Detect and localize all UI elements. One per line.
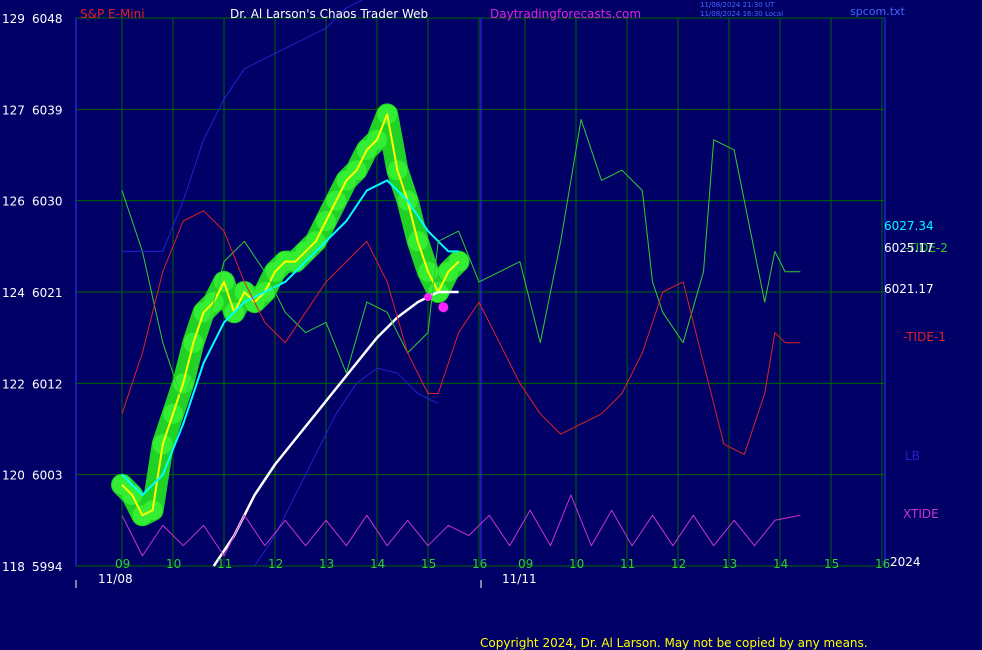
y-tick-label-left: 124	[2, 286, 25, 300]
file-name: spcom.txt	[850, 5, 906, 18]
copyright: Copyright 2024, Dr. Al Larson. May not b…	[480, 636, 868, 650]
y-tick-label-left: 127	[2, 103, 25, 117]
y-tick-label-right: 6030	[32, 195, 63, 209]
x-tick-label: 15	[421, 557, 436, 571]
y-tick-label-right: 6048	[32, 12, 63, 26]
legend-label: 6027.34	[884, 219, 934, 233]
date-label: 11/08	[98, 572, 133, 586]
y-tick-label-right: 6021	[32, 286, 63, 300]
y-tick-label-right: 6012	[32, 377, 63, 391]
x-tick-label: 12	[671, 557, 686, 571]
x-tick-label: 12	[268, 557, 283, 571]
x-tick-label: 13	[722, 557, 737, 571]
y-tick-label-left: 129	[2, 12, 25, 26]
y-tick-label-left: 120	[2, 469, 25, 483]
x-tick-label: 16	[472, 557, 487, 571]
y-tick-label-right: 6003	[32, 469, 63, 483]
chart-canvas: 129 6048 127 6039 126 6030 124 6021 122 6012 120 60…	[0, 0, 982, 650]
x-tick-label: 14	[773, 557, 788, 571]
legend-label: 6025.17	[884, 241, 934, 255]
legend-label: 6021.17	[884, 282, 934, 296]
y-tick-label-left: 118	[2, 560, 25, 574]
x-tick-label: 16	[875, 557, 890, 571]
y-tick-label-right: 6039	[32, 103, 63, 117]
date-label: 11/11	[502, 572, 537, 586]
y-tick-label-left: 122	[2, 377, 25, 391]
x-tick-label: 09	[115, 557, 130, 571]
timestamp-local: 11/08/2024 16:30 Local	[700, 10, 783, 18]
legend-label: -TIDE-1	[903, 330, 946, 344]
x-tick-label: 13	[319, 557, 334, 571]
y-tick-label-left: 126	[2, 195, 25, 209]
x-tick-label: 09	[518, 557, 533, 571]
legend-label: XTIDE	[903, 507, 939, 521]
end-marker	[438, 302, 449, 313]
site-link[interactable]: Daytradingforecasts.com	[490, 7, 641, 21]
instrument-label: S&P E-Mini	[80, 7, 145, 21]
x-tick-label: 10	[166, 557, 181, 571]
x-tick-label: 14	[370, 557, 385, 571]
chart-title: Dr. Al Larson's Chaos Trader Web	[230, 7, 428, 21]
x-tick-label: 11	[217, 557, 232, 571]
x-tick-label: 10	[569, 557, 584, 571]
timestamp-ut: 11/08/2024 21:30 UT	[700, 1, 775, 9]
year-label: 2024	[890, 555, 921, 569]
y-tick-label-right: 5994	[32, 560, 63, 574]
x-tick-label: 11	[620, 557, 635, 571]
end-marker	[424, 293, 432, 302]
x-tick-label: 15	[824, 557, 839, 571]
legend-label: LB	[905, 449, 920, 463]
